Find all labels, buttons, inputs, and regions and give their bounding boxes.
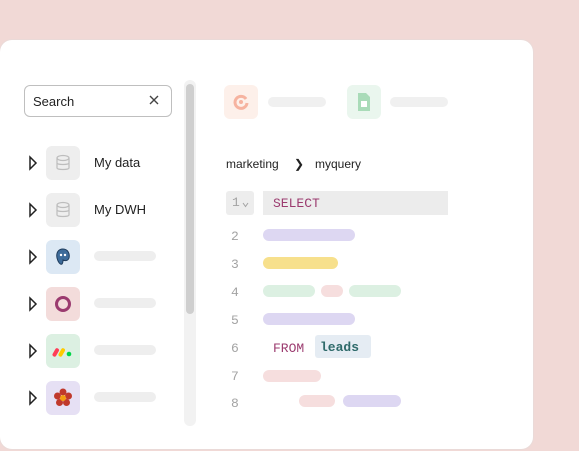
tree-item-label-placeholder	[94, 298, 156, 308]
code-placeholder	[263, 370, 321, 382]
sheets-icon	[358, 93, 370, 111]
tab-sheets[interactable]	[347, 85, 381, 119]
line-number: 5	[231, 313, 239, 328]
expand-arrow-icon[interactable]	[28, 155, 38, 171]
breadcrumb-folder[interactable]: marketing	[226, 157, 279, 171]
line-number: 6	[231, 341, 239, 356]
breadcrumb-separator: ❯	[294, 157, 305, 171]
chevron-down-icon[interactable]	[242, 202, 249, 208]
line-number: 7	[231, 369, 239, 384]
search-box[interactable]: Search	[24, 85, 172, 117]
line-number: 3	[231, 257, 239, 272]
table-name[interactable]: leads	[320, 340, 359, 355]
expand-arrow-icon[interactable]	[28, 249, 38, 265]
code-placeholder	[263, 229, 355, 241]
flower-icon	[46, 381, 80, 415]
keyword-select: SELECT	[273, 196, 320, 211]
breadcrumb-query[interactable]: myquery	[315, 157, 361, 171]
code-placeholder	[321, 285, 343, 297]
search-input[interactable]: Search	[33, 94, 74, 109]
expand-arrow-icon[interactable]	[28, 296, 38, 312]
tree-item-label-placeholder	[94, 345, 156, 355]
expand-arrow-icon[interactable]	[28, 202, 38, 218]
line-number: 8	[231, 396, 239, 411]
line-number: 4	[231, 285, 239, 300]
refresh-icon	[233, 94, 249, 110]
expand-arrow-icon[interactable]	[28, 390, 38, 406]
database-icon	[46, 193, 80, 227]
tab-refresh[interactable]	[224, 85, 258, 119]
tree-item-label: My DWH	[94, 202, 146, 217]
code-placeholder	[263, 313, 355, 325]
tree-item-label: My data	[94, 155, 141, 170]
tab-label-placeholder	[390, 97, 448, 107]
code-placeholder	[263, 285, 315, 297]
expand-arrow-icon[interactable]	[28, 343, 38, 359]
close-icon[interactable]	[147, 93, 161, 107]
line-number: 2	[231, 229, 239, 244]
tab-label-placeholder	[268, 97, 326, 107]
monday-icon	[46, 334, 80, 368]
keyword-from: FROM	[273, 341, 305, 356]
ring-icon	[46, 287, 80, 321]
code-placeholder	[299, 395, 335, 407]
database-icon	[46, 146, 80, 180]
tree-item-label-placeholder	[94, 251, 156, 261]
code-placeholder	[263, 257, 338, 269]
code-placeholder	[343, 395, 401, 407]
tree-item-label-placeholder	[94, 392, 156, 402]
code-placeholder	[349, 285, 401, 297]
scrollbar-thumb[interactable]	[186, 84, 194, 314]
postgresql-icon	[46, 240, 80, 274]
